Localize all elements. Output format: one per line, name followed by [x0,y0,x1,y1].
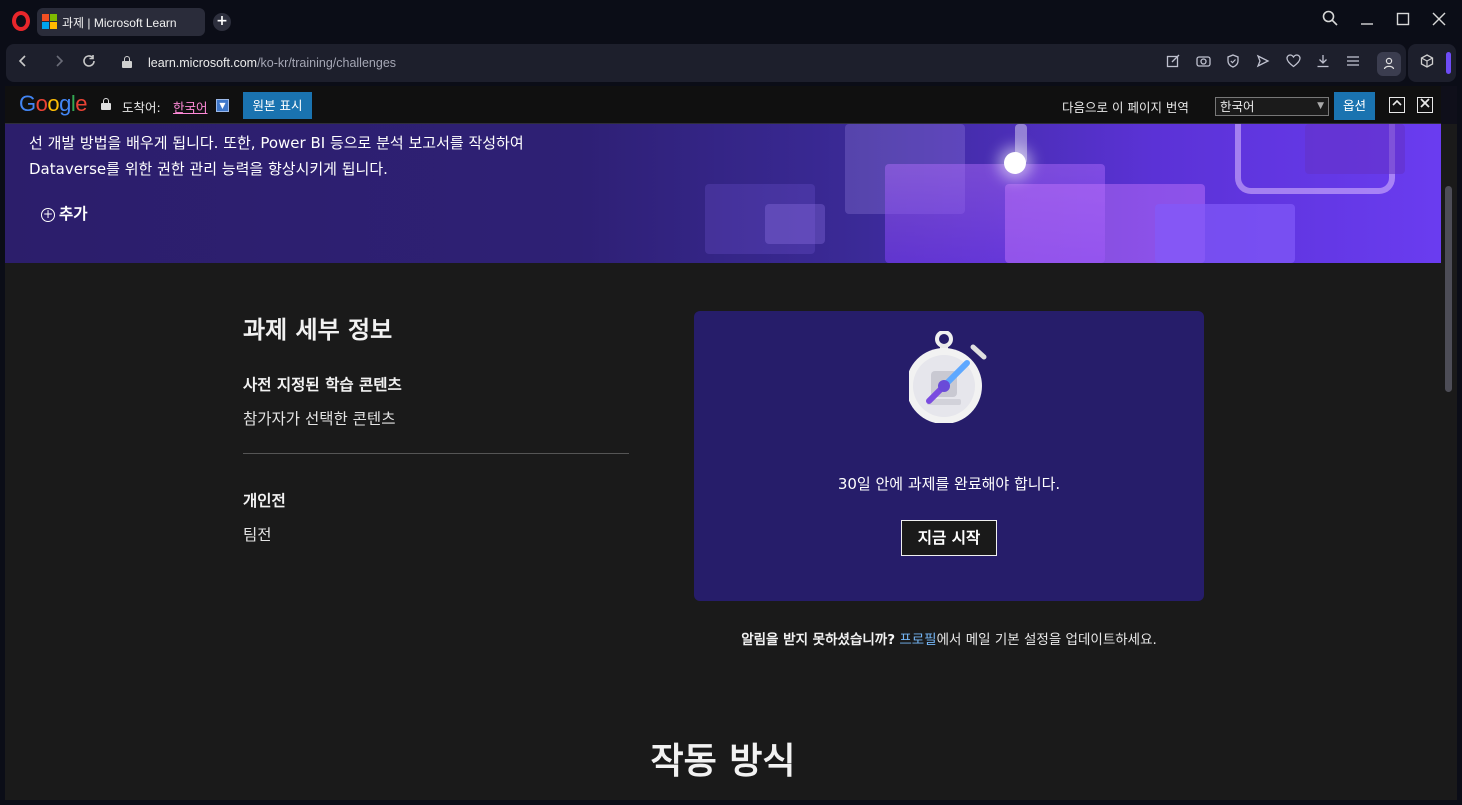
maximize-icon[interactable] [1392,10,1414,32]
shield-icon[interactable] [1224,54,1242,72]
translated-language-link[interactable]: 한국어 [173,97,208,116]
edit-icon[interactable] [1164,54,1182,72]
hero-description-line: Dataverse를 위한 권한 관리 능력을 향상시키게 됩니다. [29,160,388,178]
sidebar-accent-bar[interactable] [1446,52,1451,74]
title-bar: 과제 | Microsoft Learn + [0,0,1462,42]
hero-decoration [1004,152,1026,174]
close-icon[interactable] [1428,10,1450,32]
profile-link[interactable]: 프로필 [899,632,936,648]
plus-circle-icon: + [41,207,55,222]
tab-title: 과제 | Microsoft Learn [62,16,177,30]
start-now-button[interactable]: 지금 시작 [901,520,997,556]
notification-rest: 에서 메일 기본 설정을 업데이트하세요. [936,632,1157,648]
close-icon[interactable] [1417,97,1433,113]
how-it-works-title: 작동 방식 [650,741,796,782]
download-icon[interactable] [1314,54,1332,72]
content-heading: 사전 지정된 학습 콘텐츠 [243,376,402,394]
lock-icon[interactable] [122,56,132,68]
search-icon[interactable] [1319,10,1341,32]
lock-icon [101,98,111,110]
mode-value: 팀전 [243,526,272,544]
notification-question: 알림을 받지 못하셨습니까? [741,632,896,648]
content-value: 참가자가 선택한 콘텐츠 [243,410,396,428]
url-text[interactable]: learn.microsoft.com/ko-kr/training/chall… [148,56,396,70]
hero-banner: 선 개발 방법을 배우게 됩니다. 또한, Power BI 등으로 분석 보고… [5,124,1441,263]
hero-decoration [1305,124,1405,174]
extensions-area [1408,44,1456,82]
options-button[interactable]: 옵션 [1334,92,1375,120]
translate-page-label: 다음으로 이 페이지 번역 [1062,100,1189,115]
collapse-icon[interactable] [1389,97,1405,113]
camera-icon[interactable] [1194,54,1212,72]
page-content: 선 개발 방법을 배우게 됩니다. 또한, Power BI 등으로 분석 보고… [5,124,1441,800]
extension-icon[interactable] [1418,54,1436,72]
url-box[interactable]: learn.microsoft.com/ko-kr/training/chall… [6,44,1406,82]
opera-logo-icon[interactable] [12,11,30,31]
stopwatch-icon [906,330,989,424]
show-original-button[interactable]: 원본 표시 [243,92,312,119]
back-icon[interactable] [14,54,32,72]
mode-heading: 개인전 [243,492,286,510]
hero-decoration [765,204,825,244]
forward-icon[interactable] [50,54,68,72]
hero-decoration [1155,204,1295,263]
send-icon[interactable] [1254,54,1272,72]
window-right-edge [1457,86,1462,805]
notification-note: 알림을 받지 못하셨습니까? 프로필에서 메일 기본 설정을 업데이트하세요. [694,628,1204,648]
menu-icon[interactable] [1344,54,1362,72]
reload-icon[interactable] [80,54,98,72]
start-challenge-card: 30일 안에 과제를 완료해야 합니다. 지금 시작 [694,311,1204,601]
add-button[interactable]: + 추가 [41,202,88,224]
browser-tab[interactable]: 과제 | Microsoft Learn [37,8,205,36]
deadline-message: 30일 안에 과제를 완료해야 합니다. [837,475,1061,493]
chevron-down-icon[interactable]: ▼ [216,99,229,112]
address-bar: learn.microsoft.com/ko-kr/training/chall… [0,42,1462,86]
scrollbar-thumb[interactable] [1445,186,1452,392]
microsoft-logo-icon [42,14,58,30]
language-select[interactable]: 한국어 ▼ [1215,97,1329,116]
minimize-icon[interactable] [1356,10,1378,32]
google-translate-bar: Google 도착어: 한국어 ▼ 원본 표시 다음으로 이 페이지 번역 한국… [5,86,1441,124]
scrollbar[interactable] [1441,124,1457,800]
chevron-down-icon: ▼ [1317,101,1324,111]
profile-icon[interactable] [1377,52,1401,76]
hero-description-line: 선 개발 방법을 배우게 됩니다. 또한, Power BI 등으로 분석 보고… [29,134,524,152]
new-tab-button[interactable]: + [213,13,231,31]
google-logo: Google [19,91,88,116]
window-bottom-edge [0,800,1462,805]
challenge-details-title: 과제 세부 정보 [243,316,393,344]
divider [243,453,629,454]
heart-icon[interactable] [1284,54,1302,72]
translated-to-label: 도착어: [122,100,161,115]
